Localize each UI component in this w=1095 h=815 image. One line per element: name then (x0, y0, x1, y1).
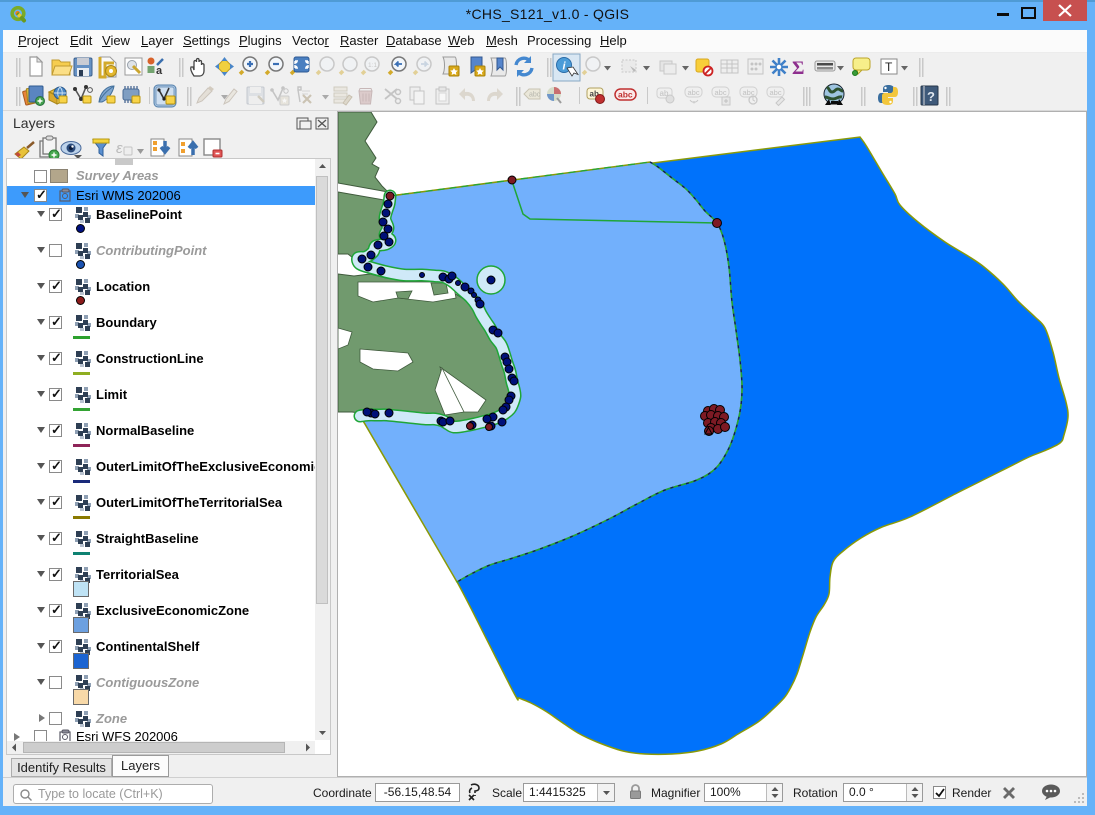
svg-text:abc: abc (618, 90, 633, 100)
svg-text:abc: abc (715, 88, 727, 97)
svg-text:Σ: Σ (792, 58, 804, 79)
svg-text:ε: ε (116, 140, 123, 157)
svg-text:a: a (156, 65, 163, 77)
svg-text:abc: abc (770, 88, 782, 97)
svg-text:abc: abc (529, 92, 541, 99)
svg-text:abc: abc (688, 88, 700, 97)
svg-text:T: T (885, 60, 893, 74)
svg-text:?: ? (927, 89, 935, 104)
svg-text:1:1: 1:1 (368, 62, 377, 69)
